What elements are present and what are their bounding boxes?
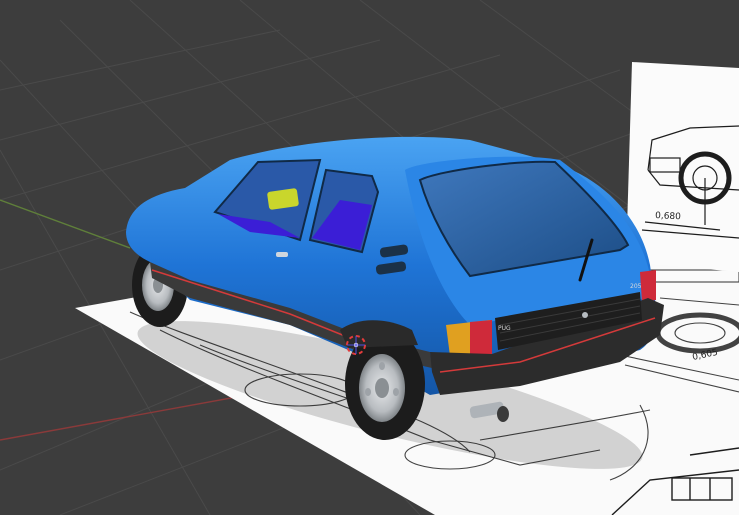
tail-light-right	[640, 270, 656, 302]
blueprint-wall: 0,680	[626, 62, 739, 272]
3d-cursor[interactable]	[346, 335, 366, 355]
door-handle	[276, 252, 288, 257]
dimension-rear-label: 0,680	[655, 211, 682, 222]
model-badge-text: 205	[630, 283, 642, 290]
tail-light-left-red	[470, 320, 492, 355]
rear-badge-text: PUG	[498, 325, 511, 332]
rear-emblem	[582, 312, 588, 318]
y-axis-line	[0, 199, 131, 249]
3d-viewport[interactable]: 0,605 0,680 PUG 205	[0, 0, 739, 515]
scene-canvas: 0,605 0,680 PUG 205	[0, 0, 739, 515]
